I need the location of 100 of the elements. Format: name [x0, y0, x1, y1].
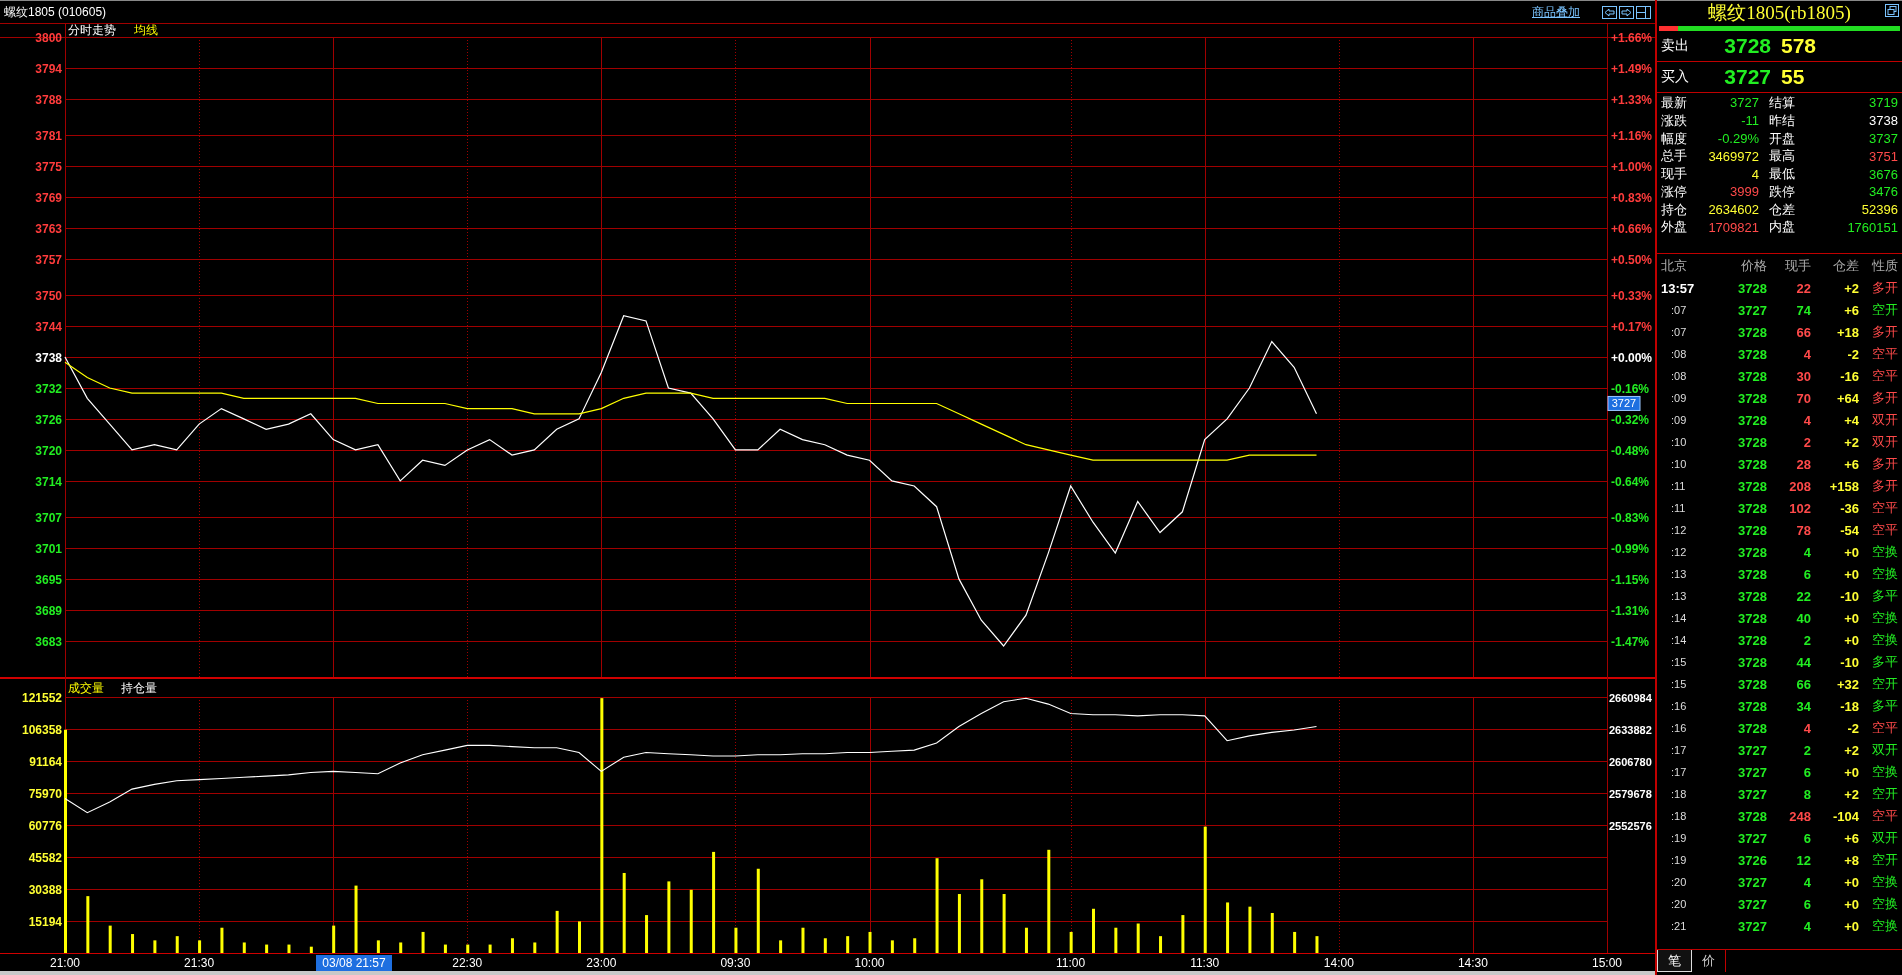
volume-bar — [1293, 931, 1297, 953]
trade-time: :12 — [1670, 546, 1688, 558]
trade-time: :17 — [1670, 744, 1688, 756]
volume-bar — [399, 942, 403, 953]
open-interest-tick: 2660984 — [1609, 692, 1652, 704]
percent-tick: +0.83% — [1611, 191, 1653, 205]
trade-nature: 双开 — [1871, 411, 1898, 429]
trade-nature: 多开 — [1871, 279, 1898, 297]
trade-change: +32 — [1835, 676, 1859, 692]
trade-price: 3727 — [1737, 918, 1767, 934]
trade-time: :10 — [1670, 436, 1688, 448]
open-interest-tick: 2606780 — [1609, 756, 1652, 768]
trade-time: :14 — [1670, 634, 1688, 646]
volume-tick: 15194 — [28, 915, 62, 929]
trade-time: :16 — [1670, 700, 1688, 712]
stat-label: 最新 — [1661, 93, 1688, 112]
percent-tick: -0.83% — [1611, 511, 1650, 525]
trade-price: 3727 — [1737, 874, 1767, 890]
volume-bar — [265, 944, 269, 953]
arrow-left-icon[interactable] — [1602, 5, 1617, 19]
price-tick: 3720 — [35, 443, 62, 458]
quote-price: 3728 — [1723, 34, 1771, 58]
trade-nature: 多开 — [1871, 323, 1898, 341]
split-view-icon[interactable] — [1636, 5, 1651, 19]
trade-time: :15 — [1670, 678, 1688, 690]
trade-nature: 多平 — [1871, 587, 1898, 605]
trade-change: +0 — [1843, 764, 1859, 780]
stat-value: 3476 — [1868, 184, 1898, 200]
trade-volume: 12 — [1795, 852, 1811, 868]
trade-volume: 22 — [1795, 588, 1811, 604]
price-tick: 3757 — [35, 252, 62, 267]
volume-bar — [1002, 894, 1006, 953]
volume-bar — [242, 942, 246, 953]
trade-volume: 2 — [1802, 632, 1811, 648]
trade-nature: 空换 — [1871, 631, 1898, 649]
trade-volume: 30 — [1795, 368, 1811, 384]
stat-value: 3999 — [1729, 184, 1760, 200]
trade-change: -54 — [1839, 522, 1859, 538]
volume-bar — [1092, 908, 1095, 953]
trade-price: 3728 — [1737, 346, 1767, 362]
legend-label: 持仓量 — [121, 681, 157, 695]
trade-time: :15 — [1670, 656, 1688, 668]
trade-nature: 双开 — [1871, 829, 1898, 847]
column-header: 现手 — [1784, 256, 1811, 275]
trade-volume: 6 — [1802, 896, 1811, 912]
trade-change: +2 — [1843, 434, 1859, 450]
column-header: 北京 — [1661, 256, 1688, 275]
quote-price: 3727 — [1723, 65, 1771, 89]
trade-nature: 空换 — [1871, 609, 1898, 627]
arrow-right-icon[interactable] — [1619, 5, 1634, 19]
trade-time: :07 — [1670, 304, 1688, 316]
overlay-link[interactable]: 商品叠加 — [1532, 3, 1580, 21]
trade-change: +0 — [1843, 544, 1859, 560]
trade-change: -2 — [1846, 720, 1859, 736]
trade-change: -18 — [1839, 698, 1859, 714]
volume-bar — [1181, 915, 1185, 953]
trade-price: 3728 — [1737, 544, 1767, 560]
volume-bar — [689, 889, 693, 953]
stat-value: 2634602 — [1707, 202, 1760, 218]
stat-value: 3727 — [1729, 95, 1760, 111]
trade-volume: 74 — [1795, 302, 1811, 318]
window-title: 螺纹1805 (010605) — [4, 3, 107, 21]
trade-time: :19 — [1670, 854, 1688, 866]
trade-time: :18 — [1670, 788, 1688, 800]
trade-change: +6 — [1843, 830, 1859, 846]
open-interest-tick: 2579678 — [1609, 788, 1652, 800]
percent-tick: +0.00% — [1611, 351, 1653, 365]
trade-volume: 8 — [1802, 786, 1811, 802]
volume-tick: 45582 — [28, 851, 62, 865]
stat-value: 1709821 — [1707, 219, 1760, 235]
volume-bar — [108, 925, 112, 953]
volume-bar — [1069, 931, 1073, 953]
stat-label: 幅度 — [1661, 129, 1688, 148]
trade-nature: 双开 — [1871, 433, 1898, 451]
trade-change: -2 — [1846, 346, 1859, 362]
trade-change: -36 — [1839, 500, 1859, 516]
trade-nature: 空平 — [1871, 499, 1898, 517]
percent-tick: -1.31% — [1611, 603, 1650, 618]
trade-nature: 空平 — [1871, 521, 1898, 539]
stat-value: 3719 — [1868, 95, 1898, 111]
stat-value: 4 — [1750, 166, 1760, 182]
trade-change: +2 — [1843, 742, 1859, 758]
trade-price: 3728 — [1737, 632, 1767, 648]
price-tick: 3695 — [35, 572, 62, 587]
stat-label: 涨跌 — [1661, 111, 1688, 130]
stat-value: -0.29% — [1716, 131, 1760, 146]
stat-label: 现手 — [1661, 165, 1688, 184]
trade-nature: 空换 — [1871, 565, 1898, 583]
view-tab[interactable]: 笔 — [1657, 950, 1692, 972]
contract-title: 螺纹1805(rb1805) — [1708, 1, 1851, 25]
trade-nature: 空平 — [1871, 807, 1898, 825]
trade-nature: 空平 — [1871, 367, 1898, 385]
time-tick: 14:00 — [1323, 956, 1354, 970]
price-tick: 3726 — [35, 412, 62, 427]
percent-tick: -0.64% — [1611, 474, 1650, 489]
view-tab[interactable]: 价 — [1692, 950, 1726, 972]
trade-nature: 多平 — [1871, 697, 1898, 715]
restore-icon[interactable] — [1885, 4, 1899, 17]
time-tick: 14:30 — [1457, 956, 1488, 970]
time-tick: 11:00 — [1056, 956, 1086, 970]
